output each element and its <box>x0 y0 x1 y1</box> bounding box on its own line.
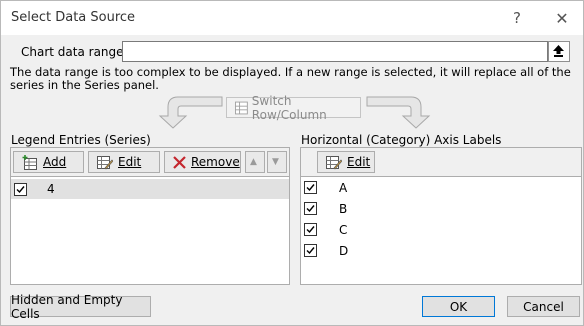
range-message: The data range is too complex to be disp… <box>10 65 571 92</box>
upload-arrow-icon <box>553 45 564 57</box>
legend-entries-panel: Add Edit Remove ▲ ▼ 4 <box>10 147 290 285</box>
dialog-title: Select Data Source <box>11 10 136 25</box>
series-list-item[interactable]: 4 <box>11 179 289 199</box>
hidden-empty-cells-label: Hidden and Empty Cells <box>11 292 123 321</box>
chart-data-range-input[interactable] <box>122 41 548 62</box>
axis-label-text: C <box>339 223 348 237</box>
checkmark-icon <box>306 247 315 255</box>
legend-toolbar: Add Edit Remove ▲ ▼ <box>11 148 289 177</box>
help-button[interactable]: ? <box>507 9 527 27</box>
curved-arrow-left-icon <box>158 96 223 129</box>
axis-label-text: B <box>339 202 348 216</box>
move-down-button[interactable]: ▼ <box>267 151 287 173</box>
delete-x-icon <box>173 155 186 169</box>
axis-checkbox[interactable] <box>304 223 317 236</box>
switch-row-column-button[interactable]: Switch Row/Column <box>226 94 361 122</box>
axis-list-item[interactable]: C <box>301 221 581 241</box>
series-name: 4 <box>47 182 55 196</box>
axis-list-item[interactable]: A <box>301 179 581 199</box>
edit-label: Edit <box>118 155 142 169</box>
checkmark-icon <box>16 186 25 194</box>
cancel-label: Cancel <box>523 299 564 314</box>
ok-button[interactable]: OK <box>422 296 495 317</box>
series-checkbox[interactable] <box>14 183 27 196</box>
remove-label: Remove <box>191 155 240 169</box>
legend-entries-label: Legend Entries (Series) <box>11 133 151 147</box>
axis-list-item[interactable]: D <box>301 242 581 262</box>
edit-axis-labels-button[interactable]: Edit <box>317 151 375 173</box>
hidden-empty-cells-button[interactable]: Hidden and Empty Cells <box>10 293 151 321</box>
curved-arrow-right-icon <box>366 96 431 129</box>
axis-edit-label: Edit <box>347 155 371 169</box>
axis-labels-panel: Edit A B C D <box>300 147 582 285</box>
axis-label-text: A <box>339 181 348 195</box>
edit-grid-icon <box>97 155 113 169</box>
select-data-source-dialog: Select Data Source ? ✕ Chart data range:… <box>0 0 584 326</box>
axis-list-item[interactable]: B <box>301 200 581 220</box>
switch-grid-icon <box>235 101 248 114</box>
chart-data-range-label: Chart data range: <box>21 45 128 59</box>
edit-series-button[interactable]: Edit <box>88 151 160 173</box>
axis-toolbar: Edit <box>301 148 581 177</box>
collapse-dialog-button[interactable] <box>548 41 570 62</box>
edit-grid-icon <box>326 155 342 169</box>
checkmark-icon <box>306 184 315 192</box>
move-up-button[interactable]: ▲ <box>245 151 265 173</box>
chevron-down-icon: ▼ <box>272 157 279 167</box>
checkmark-icon <box>306 226 315 234</box>
add-grid-icon <box>22 154 37 170</box>
axis-checkbox[interactable] <box>304 244 317 257</box>
axis-label-text: D <box>339 244 349 258</box>
axis-checkbox[interactable] <box>304 202 317 215</box>
axis-labels-label: Horizontal (Category) Axis Labels <box>301 133 502 147</box>
checkmark-icon <box>306 205 315 213</box>
title-bar: Select Data Source ? ✕ <box>1 1 583 35</box>
add-label: Add <box>43 155 67 169</box>
remove-series-button[interactable]: Remove <box>164 151 241 173</box>
ok-label: OK <box>449 299 468 314</box>
axis-checkbox[interactable] <box>304 181 317 194</box>
switch-row-column-label: Switch Row/Column <box>251 93 327 122</box>
chevron-up-icon: ▲ <box>250 157 257 167</box>
add-series-button[interactable]: Add <box>13 151 84 173</box>
chart-data-range-label-text: Chart data range: <box>21 45 128 59</box>
close-button[interactable]: ✕ <box>552 9 572 28</box>
cancel-button[interactable]: Cancel <box>507 296 580 317</box>
